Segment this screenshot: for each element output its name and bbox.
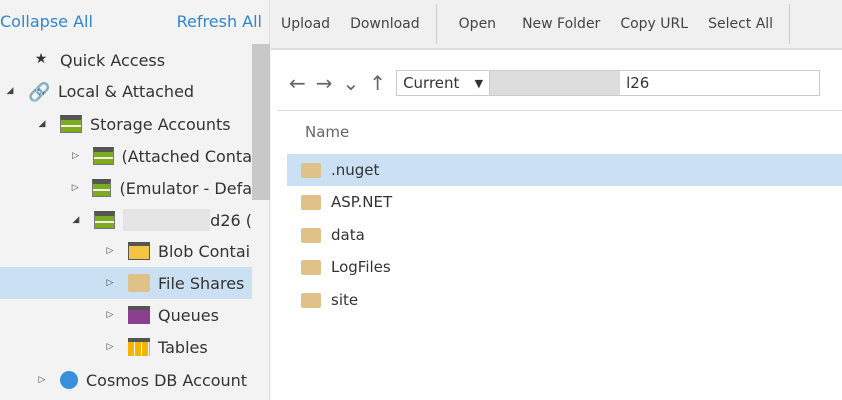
tree-item-tables[interactable]: ▷ Tables	[104, 331, 252, 363]
new-folder-button[interactable]: New Folder	[512, 16, 610, 32]
list-item[interactable]: site	[287, 284, 842, 316]
tree-item-local-attached[interactable]: ◢ 🔗 Local & Attached	[4, 75, 195, 107]
list-item[interactable]: LogFiles	[287, 251, 842, 283]
quick-access-icon: ★	[34, 51, 48, 67]
up-icon[interactable]: ↑	[369, 71, 386, 95]
collapsed-arrow-icon[interactable]: ▷	[70, 151, 81, 161]
tree-item-emulator[interactable]: ▷ (Emulator - Defa	[70, 172, 252, 204]
storage-account-icon	[92, 179, 112, 197]
collapsed-arrow-icon[interactable]: ▷	[104, 246, 116, 256]
toolbar: Upload Download Open New Folder Copy URL…	[271, 0, 842, 50]
tree-item-account[interactable]: ◢ d26 (	[70, 204, 252, 236]
upload-button[interactable]: Upload	[271, 16, 340, 32]
tree-item-file-shares[interactable]: ▷ File Shares	[0, 267, 252, 299]
folder-icon	[301, 292, 321, 308]
explorer-sidebar: Collapse All Refresh All ★ Quick Access ◢…	[0, 0, 270, 400]
collapsed-arrow-icon[interactable]: ▷	[104, 278, 116, 288]
toolbar-divider	[789, 4, 791, 44]
list-item[interactable]: ASP.NET	[287, 186, 842, 218]
tree-item-queues[interactable]: ▷ Queues	[104, 299, 252, 331]
collapsed-arrow-icon[interactable]: ▷	[70, 183, 80, 193]
open-button[interactable]: Open	[443, 16, 512, 32]
table-icon	[128, 338, 150, 356]
back-icon[interactable]: ←	[289, 71, 306, 95]
forward-icon[interactable]: →	[316, 71, 333, 95]
collapsed-arrow-icon[interactable]: ▷	[36, 375, 48, 385]
link-icon: 🔗	[28, 82, 51, 103]
folder-icon	[301, 162, 321, 178]
file-share-panel: Upload Download Open New Folder Copy URL…	[271, 0, 842, 400]
sidebar-scrollbar[interactable]	[252, 44, 270, 200]
tree-item-blob-containers[interactable]: ▷ Blob Contai	[104, 235, 252, 267]
cosmos-db-icon	[60, 371, 78, 389]
path-input[interactable]: l26	[490, 70, 821, 96]
folder-icon	[301, 194, 321, 210]
collapsed-arrow-icon[interactable]: ▷	[104, 342, 116, 352]
select-all-button[interactable]: Select All	[698, 16, 783, 32]
redacted-name	[123, 209, 211, 231]
list-item[interactable]: data	[287, 219, 842, 251]
collapsed-arrow-icon[interactable]: ▷	[104, 310, 116, 320]
tree-item-attached[interactable]: ▷ (Attached Conta	[70, 140, 252, 172]
storage-account-icon	[93, 147, 114, 165]
blob-container-icon	[128, 242, 150, 260]
dropdown-arrow-icon: ▼	[474, 76, 484, 90]
tree-item-quick-access[interactable]: ★ Quick Access	[30, 44, 165, 76]
copy-url-button[interactable]: Copy URL	[610, 16, 698, 32]
expanded-arrow-icon[interactable]: ◢	[36, 119, 48, 129]
name-column-header[interactable]: Name	[277, 110, 842, 141]
download-button[interactable]: Download	[340, 16, 430, 32]
tree-item-cosmos-db[interactable]: ▷ Cosmos DB Account	[36, 364, 252, 396]
queue-icon	[128, 306, 150, 324]
folder-icon	[301, 259, 321, 275]
file-share-icon	[128, 274, 150, 292]
expanded-arrow-icon[interactable]: ◢	[4, 86, 16, 96]
refresh-all-link[interactable]: Refresh All	[177, 12, 262, 31]
tree-item-storage-accounts[interactable]: ◢ Storage Accounts	[36, 108, 231, 140]
scope-dropdown[interactable]: Current ▼	[396, 70, 491, 96]
storage-account-icon	[60, 115, 82, 133]
folder-icon	[301, 227, 321, 243]
chevron-down-icon[interactable]: ⌄	[343, 71, 360, 95]
expanded-arrow-icon[interactable]: ◢	[70, 215, 82, 225]
list-item[interactable]: .nuget	[287, 154, 842, 186]
storage-account-icon	[93, 211, 115, 229]
toolbar-divider	[435, 4, 437, 44]
collapse-all-link[interactable]: Collapse All	[0, 12, 93, 31]
